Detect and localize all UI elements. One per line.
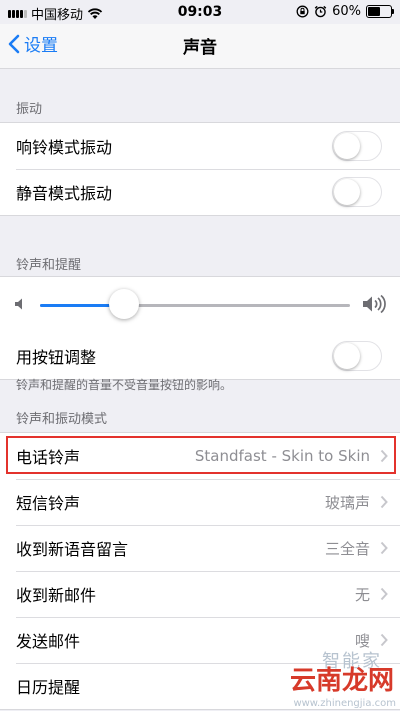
- status-right: 60%: [296, 4, 394, 19]
- volume-low-icon: [15, 298, 22, 310]
- row-value: 三全音: [324, 539, 370, 558]
- ringer-volume-slider[interactable]: [0, 277, 400, 333]
- chevron-right-icon: [380, 587, 388, 601]
- section-header-vibration: 振动: [16, 102, 43, 117]
- change-with-buttons-toggle[interactable]: [332, 341, 382, 371]
- watermark-url: www.zhinengjia.com: [293, 698, 396, 709]
- row-label: 用按钮调整: [16, 348, 97, 367]
- row-value: 玻璃声: [324, 493, 370, 512]
- silent-vibrate-toggle[interactable]: [332, 177, 382, 207]
- change-with-buttons-row: 用按钮调整: [0, 333, 400, 379]
- battery-percent: 60%: [332, 4, 361, 19]
- alarm-icon: [314, 5, 327, 18]
- highlight-box: [6, 436, 396, 474]
- new-voicemail-row[interactable]: 收到新语音留言 三全音: [0, 525, 400, 571]
- row-label: 短信铃声: [16, 494, 81, 513]
- slider-thumb[interactable]: [108, 289, 139, 319]
- ringer-footer-note: 铃声和提醒的音量不受音量按钮的影响。: [16, 378, 233, 392]
- navigation-bar: 设置 声音: [0, 24, 400, 69]
- ring-vibrate-row: 响铃模式振动: [0, 123, 400, 169]
- battery-icon: [366, 5, 394, 18]
- ringer-group: 用按钮调整: [0, 276, 400, 380]
- chevron-right-icon: [380, 495, 388, 509]
- row-label: 日历提醒: [16, 678, 81, 697]
- row-label: 收到新语音留言: [16, 540, 129, 559]
- ring-vibrate-toggle[interactable]: [332, 131, 382, 161]
- status-bar: 中国移动 09:03 60%: [0, 0, 400, 24]
- row-value: 无: [354, 585, 370, 604]
- new-mail-row[interactable]: 收到新邮件 无: [0, 571, 400, 617]
- text-tone-row[interactable]: 短信铃声 玻璃声: [0, 479, 400, 525]
- volume-high-icon: [363, 294, 386, 314]
- section-header-patterns: 铃声和振动模式: [16, 412, 108, 427]
- row-label: 响铃模式振动: [16, 138, 113, 157]
- row-label: 收到新邮件: [16, 586, 97, 605]
- page-title: 声音: [183, 38, 217, 58]
- silent-vibrate-row: 静音模式振动: [0, 169, 400, 215]
- section-header-ringer: 铃声和提醒: [16, 258, 82, 273]
- row-label: 发送邮件: [16, 632, 81, 651]
- watermark-logo: 云南龙网: [289, 666, 394, 696]
- chevron-right-icon: [380, 633, 388, 647]
- vibration-group: 响铃模式振动 静音模式振动: [0, 122, 400, 216]
- row-label: 静音模式振动: [16, 184, 113, 203]
- orientation-lock-icon: [296, 5, 309, 18]
- chevron-right-icon: [380, 541, 388, 555]
